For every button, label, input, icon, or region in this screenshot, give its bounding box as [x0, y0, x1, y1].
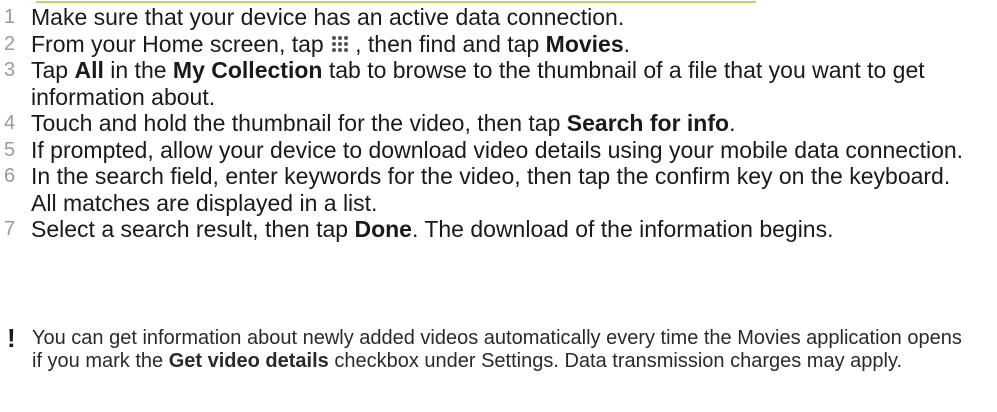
exclamation-icon: !	[7, 323, 16, 353]
step-6: 6 In the search field, enter keywords fo…	[0, 163, 971, 216]
step-keyword: Movies	[545, 30, 624, 57]
step-text: .	[623, 30, 631, 57]
step-number: 6	[4, 165, 16, 187]
step-text: Make sure that your device has an active…	[31, 4, 625, 30]
step-number: 1	[4, 6, 16, 28]
step-3: 3 Tap All in the My Collection tab to br…	[0, 57, 971, 110]
step-text: In the search field, enter keywords for …	[31, 163, 951, 216]
step-text: Select a search result, then tap	[31, 216, 355, 242]
step-text: If prompted, allow your device to downlo…	[31, 136, 964, 163]
step-number: 4	[4, 112, 16, 134]
step-text: Touch and hold the thumbnail for the vid…	[31, 110, 567, 136]
step-4: 4 Touch and hold the thumbnail for the v…	[0, 110, 971, 137]
step-7: 7 Select a search result, then tap Done.…	[0, 216, 971, 243]
step-number: 7	[4, 218, 16, 240]
step-2: 2 From your Home screen, tap , then find…	[0, 31, 971, 58]
step-text: .	[729, 110, 736, 136]
note-keyword: Get video details	[168, 350, 329, 372]
cropped-heading-underline	[0, 0, 997, 3]
heading-underline	[36, 0, 756, 3]
step-number: 5	[4, 138, 16, 161]
step-text: in the	[103, 57, 173, 83]
step-text: , then find and tap	[355, 30, 546, 57]
step-keyword: My Collection	[172, 57, 323, 83]
step-keyword: Search for info	[566, 110, 730, 136]
note-text-part: checkbox under Settings. Data transmissi…	[328, 350, 903, 372]
step-number: 3	[4, 59, 16, 81]
note-box: ! You can get information about newly ad…	[0, 323, 997, 373]
step-5: 5 If prompted, allow your device to down…	[0, 137, 971, 164]
note-text: You can get information about newly adde…	[32, 327, 962, 373]
instruction-steps: 1 Make sure that your device has an acti…	[0, 4, 997, 243]
step-1: 1 Make sure that your device has an acti…	[0, 4, 971, 31]
step-text: . The download of the information begins…	[411, 216, 834, 242]
app-grid-icon	[332, 35, 349, 52]
step-number: 2	[4, 32, 16, 55]
step-text: From your Home screen, tap	[31, 30, 331, 57]
step-keyword: Done	[354, 216, 412, 242]
step-text: Tap	[31, 57, 75, 83]
step-keyword: All	[74, 57, 104, 83]
